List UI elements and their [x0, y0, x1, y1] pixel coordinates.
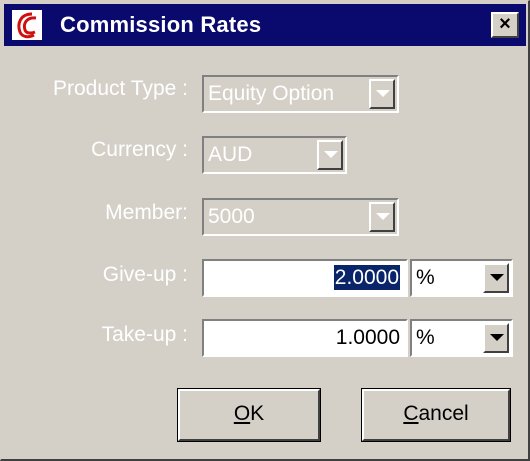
cancel-button-mnemonic: C	[403, 402, 419, 425]
ok-button-mnemonic: O	[233, 402, 251, 425]
currency-value: AUD	[208, 143, 253, 166]
currency-dropdown-icon[interactable]	[317, 140, 343, 170]
product-type-label: Product Type :	[52, 77, 188, 100]
commission-rates-dialog: Commission Rates × Product Type : Equity…	[0, 0, 530, 461]
take-up-label: Take-up :	[101, 323, 188, 346]
cancel-button-label: ancel	[418, 402, 469, 425]
title-bar[interactable]: Commission Rates ×	[4, 4, 526, 46]
give-up-input[interactable]: 2.0000	[202, 259, 408, 297]
give-up-value: 2.0000	[333, 265, 400, 290]
give-up-unit-value: %	[416, 266, 435, 289]
give-up-unit-select[interactable]: %	[410, 259, 513, 297]
ok-button[interactable]: OK	[177, 388, 321, 442]
currency-label: Currency :	[91, 138, 188, 161]
app-logo-icon	[12, 10, 42, 40]
cancel-button[interactable]: Cancel	[361, 388, 511, 442]
close-icon: ×	[499, 13, 511, 35]
give-up-unit-dropdown-icon[interactable]	[483, 263, 509, 293]
ok-button-label: K	[250, 402, 265, 425]
take-up-value: 1.0000	[335, 326, 400, 349]
window-title: Commission Rates	[60, 12, 262, 37]
take-up-unit-select[interactable]: %	[410, 319, 513, 357]
currency-select[interactable]: AUD	[202, 136, 347, 174]
member-dropdown-icon[interactable]	[369, 202, 395, 232]
member-select[interactable]: 5000	[202, 198, 399, 236]
give-up-label: Give-up :	[102, 263, 188, 286]
close-button[interactable]: ×	[491, 12, 519, 38]
product-type-dropdown-icon[interactable]	[369, 79, 395, 109]
member-value: 5000	[208, 205, 255, 228]
take-up-unit-value: %	[416, 326, 435, 349]
product-type-select[interactable]: Equity Option	[202, 75, 399, 113]
product-type-value: Equity Option	[208, 82, 335, 105]
take-up-unit-dropdown-icon[interactable]	[483, 323, 509, 353]
take-up-input[interactable]: 1.0000	[202, 319, 408, 357]
member-label: Member:	[105, 201, 188, 224]
